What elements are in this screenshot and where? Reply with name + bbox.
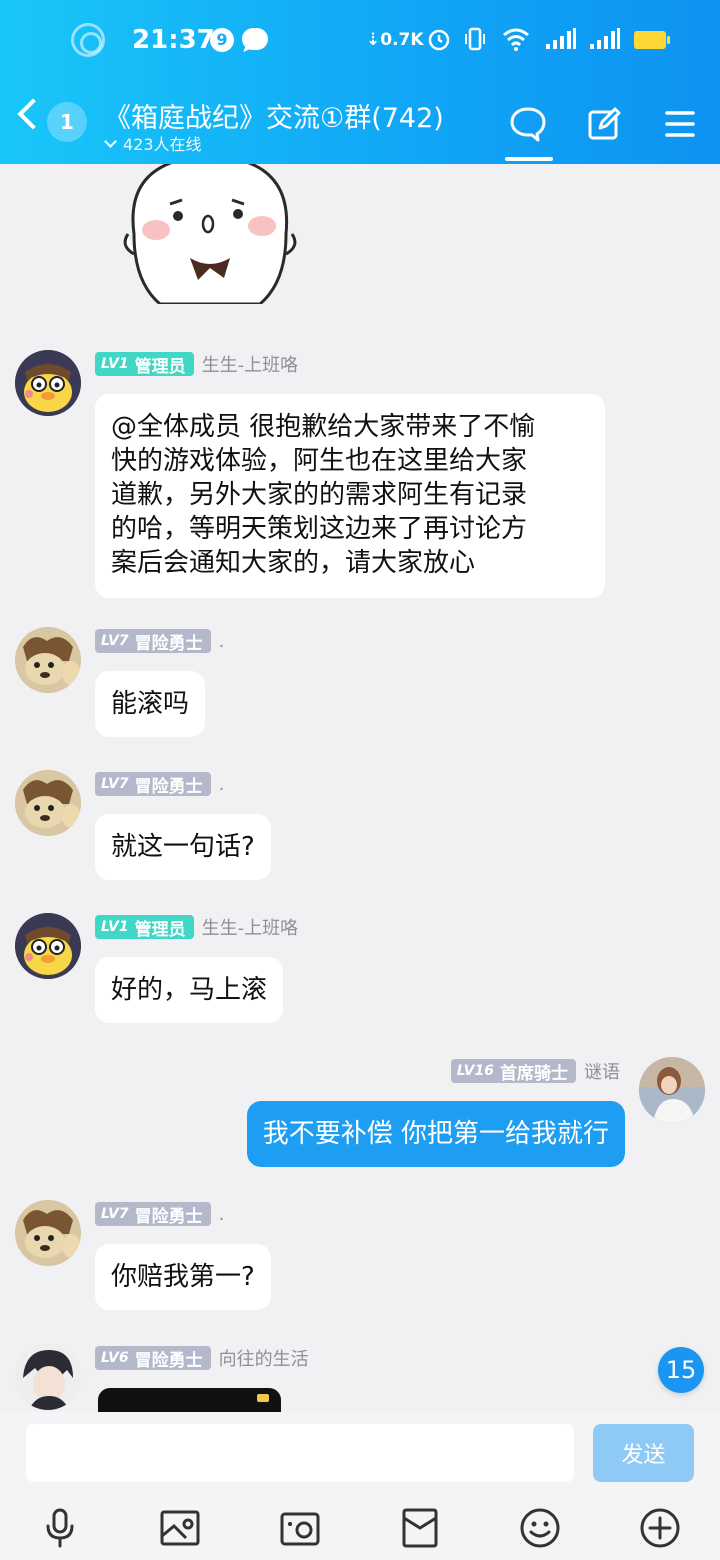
alarm-icon: [428, 29, 450, 51]
sender-meta: LV7 冒险勇士 .: [95, 1202, 225, 1227]
level-badge: LV7 冒险勇士: [95, 1202, 211, 1227]
message-bubble[interactable]: 好的，马上滚: [95, 957, 284, 1023]
sender-meta: LV6 冒险勇士 向往的生活: [95, 1345, 309, 1371]
level-badge: LV6 冒险勇士: [95, 1346, 211, 1371]
image-icon[interactable]: [158, 1506, 202, 1550]
message-notification-icon: [242, 28, 268, 50]
sender-meta: LV16 首席骑士 谜语: [450, 1058, 620, 1084]
sticker-image[interactable]: [120, 164, 300, 324]
wifi-icon: [503, 28, 529, 51]
message-input[interactable]: [26, 1424, 574, 1482]
message-text-line: 的哈，等明天策划这边来了再讨论方: [111, 514, 528, 544]
user-photo-avatar-icon: [639, 1057, 705, 1123]
sender-meta: LV1 管理员 生生-上班咯: [95, 351, 299, 377]
sender-nickname[interactable]: .: [219, 1204, 225, 1225]
message-text-line: 案后会通知大家的，请大家放心: [111, 548, 476, 578]
avatar[interactable]: [15, 1344, 81, 1410]
status-bar: 21:37 9 ⇣0.7K: [0, 16, 720, 66]
sender-nickname[interactable]: 向往的生活: [219, 1345, 309, 1371]
message-bubble[interactable]: 就这一句话?: [95, 814, 271, 880]
message-text-line: @全体成员 很抱歉给大家带来了不愉: [111, 412, 536, 442]
sender-meta: LV7 冒险勇士 .: [95, 629, 225, 654]
avatar[interactable]: [15, 627, 81, 693]
unread-messages-button[interactable]: 15: [658, 1347, 704, 1393]
back-arrow-icon[interactable]: [17, 98, 49, 130]
sender-nickname[interactable]: .: [219, 774, 225, 795]
message-feed[interactable]: LV1 管理员 生生-上班咯 @全体成员 很抱歉给大家带来了不愉 快的游戏体验，阿…: [0, 164, 720, 1412]
group-title[interactable]: 《箱庭战纪》交流①群(742): [104, 96, 444, 135]
avatar[interactable]: [639, 1057, 705, 1123]
chevron-down-icon: [104, 135, 117, 148]
signal-icon-1: [546, 28, 576, 49]
avatar[interactable]: [15, 1200, 81, 1266]
sender-nickname[interactable]: .: [219, 631, 225, 652]
anime-boy-avatar-icon: [15, 1344, 81, 1410]
sender-meta: LV7 冒险勇士 .: [95, 772, 225, 797]
emoji-icon[interactable]: [518, 1506, 562, 1550]
message-bubble[interactable]: 你赔我第一?: [95, 1244, 271, 1310]
back-unread-count[interactable]: 1: [47, 102, 87, 142]
message-bubble[interactable]: 我不要补偿 你把第一给我就行: [246, 1101, 625, 1167]
dog-avatar-icon: [15, 627, 81, 693]
duck-avatar-icon: [15, 913, 81, 979]
dog-avatar-icon: [15, 1200, 81, 1266]
level-badge: LV1 管理员: [95, 915, 194, 940]
online-count[interactable]: 423人在线: [104, 131, 202, 155]
send-button[interactable]: 发送: [593, 1424, 694, 1482]
avatar[interactable]: [15, 770, 81, 836]
mic-icon[interactable]: [38, 1506, 82, 1550]
notification-count-badge: 9: [210, 28, 234, 52]
level-badge: LV16 首席骑士: [450, 1059, 576, 1084]
plus-icon[interactable]: [638, 1506, 682, 1550]
avatar[interactable]: [15, 350, 81, 416]
chat-tab-icon[interactable]: [508, 104, 548, 144]
edit-icon[interactable]: [584, 104, 624, 144]
badge-icon: [257, 1394, 269, 1402]
message-bubble[interactable]: @全体成员 很抱歉给大家带来了不愉 快的游戏体验，阿生也在这里给大家 道歉，另外…: [95, 394, 605, 598]
vibrate-icon: [465, 27, 485, 51]
menu-icon[interactable]: [660, 104, 700, 144]
message-bubble[interactable]: 能滚吗: [95, 671, 206, 737]
level-badge: LV1 管理员: [95, 352, 194, 377]
image-message-preview[interactable]: [98, 1388, 281, 1412]
chat-header: 21:37 9 ⇣0.7K 1 《箱庭战纪》交流①群(742) 423人在线: [0, 0, 720, 164]
level-badge: LV7 冒险勇士: [95, 772, 211, 797]
network-speed: ⇣0.7K: [366, 30, 424, 50]
duck-avatar-icon: [15, 350, 81, 416]
composer: 发送: [0, 1412, 720, 1560]
dog-avatar-icon: [15, 770, 81, 836]
sender-nickname[interactable]: 谜语: [584, 1058, 620, 1084]
message-text-line: 快的游戏体验，阿生也在这里给大家: [111, 446, 528, 476]
level-badge: LV7 冒险勇士: [95, 629, 211, 654]
camera-icon[interactable]: [278, 1506, 322, 1550]
status-time: 21:37: [132, 25, 215, 55]
battery-icon: [634, 31, 670, 49]
sender-nickname[interactable]: 生生-上班咯: [202, 351, 299, 377]
app-status-icon: [71, 23, 105, 57]
avatar[interactable]: [15, 913, 81, 979]
red-packet-icon[interactable]: [398, 1506, 442, 1550]
active-tab-indicator: [505, 157, 553, 161]
sender-nickname[interactable]: 生生-上班咯: [202, 914, 299, 940]
sender-meta: LV1 管理员 生生-上班咯: [95, 914, 299, 940]
signal-icon-2: [590, 28, 620, 49]
message-text-line: 道歉，另外大家的的需求阿生有记录: [111, 480, 528, 510]
